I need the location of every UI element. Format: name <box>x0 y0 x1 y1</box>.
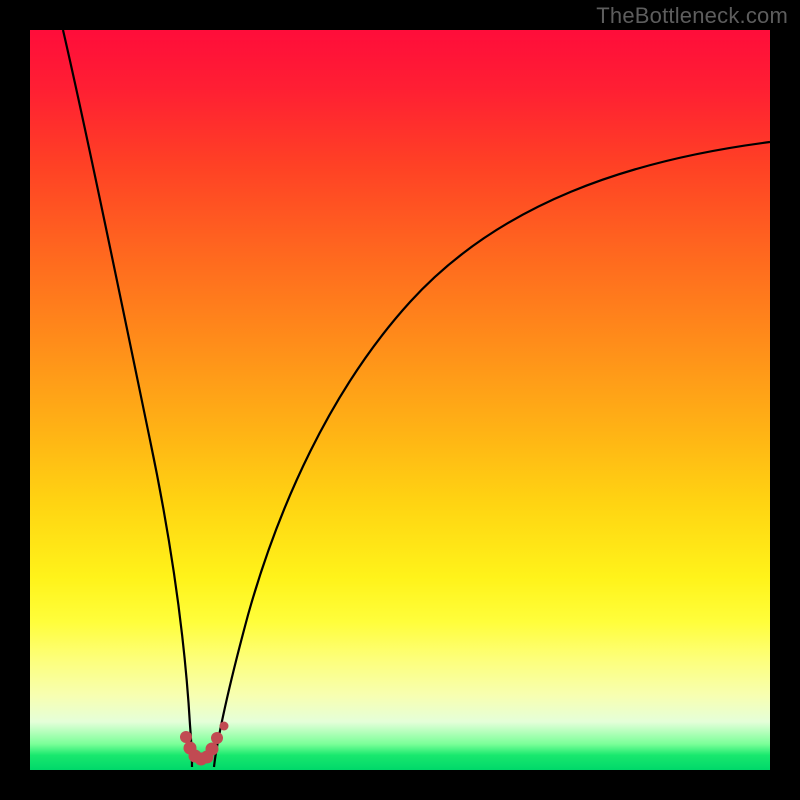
watermark-text: TheBottleneck.com <box>596 3 788 29</box>
chart-frame: TheBottleneck.com <box>0 0 800 800</box>
plot-area <box>30 30 770 770</box>
valley-marker-dots <box>180 722 229 766</box>
curve-overlay <box>30 30 770 770</box>
right-branch-curve <box>214 142 770 767</box>
left-branch-curve <box>63 30 192 767</box>
